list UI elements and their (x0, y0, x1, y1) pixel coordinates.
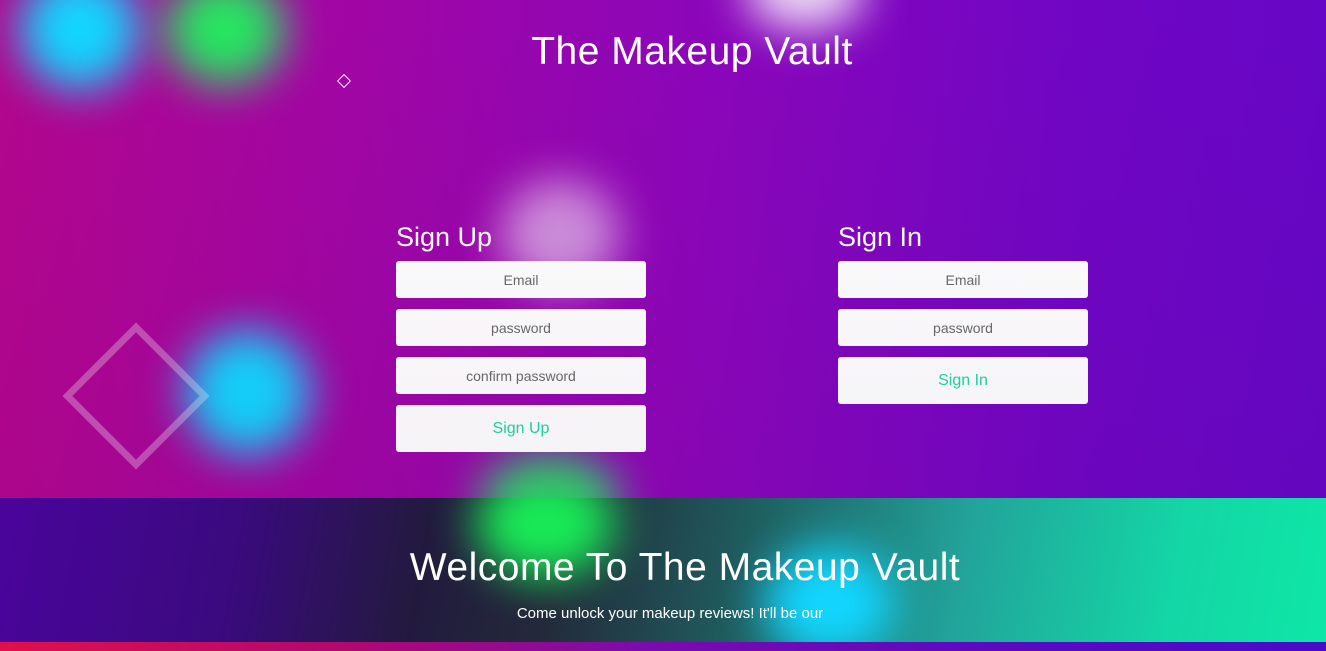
signin-heading: Sign In (838, 222, 923, 252)
signup-password-input[interactable] (396, 309, 646, 346)
welcome-section: Welcome To The Makeup Vault Come unlock … (0, 498, 1326, 642)
signup-button[interactable]: Sign Up (396, 405, 646, 452)
signin-form: Sign In Sign In (838, 218, 1088, 404)
hero-section: The Makeup Vault Sign Up Sign Up Sign In… (0, 0, 1326, 498)
bottom-gradient-strip (0, 642, 1326, 651)
decorative-white-orb (745, 0, 865, 30)
signin-email-input[interactable] (838, 261, 1088, 298)
signin-button[interactable]: Sign In (838, 357, 1088, 404)
signup-form: Sign Up Sign Up (396, 218, 646, 452)
page: The Makeup Vault Sign Up Sign Up Sign In… (0, 0, 1326, 651)
signin-password-input[interactable] (838, 309, 1088, 346)
signup-confirm-password-input[interactable] (396, 357, 646, 394)
site-title: The Makeup Vault (531, 30, 853, 73)
signup-email-input[interactable] (396, 261, 646, 298)
decorative-cyan-orb (185, 330, 310, 455)
welcome-title: Welcome To The Makeup Vault (409, 546, 961, 589)
decorative-diamond-large (62, 322, 210, 470)
welcome-subtitle: Come unlock your makeup reviews! It'll b… (516, 605, 824, 622)
decorative-diamond-small (336, 73, 352, 89)
decorative-green-orb (480, 455, 620, 498)
signup-heading: Sign Up (396, 222, 493, 252)
